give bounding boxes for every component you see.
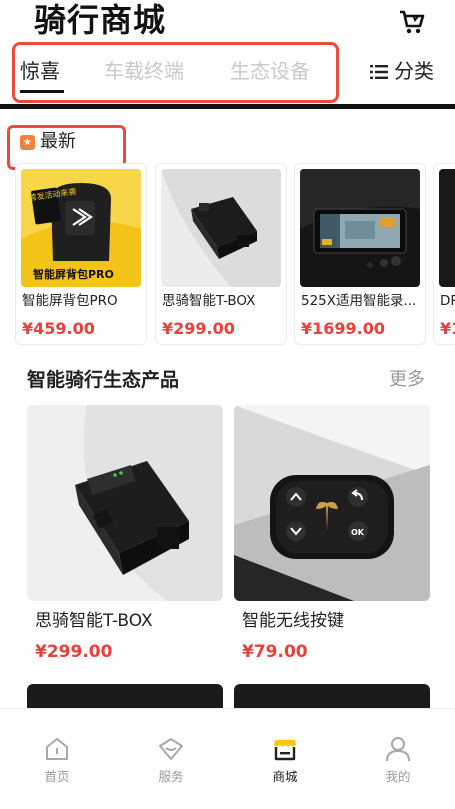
nav-label: 服务: [158, 769, 184, 784]
product-image: 首发活动来袭 智能屏背包PRO: [21, 169, 141, 287]
product-image: [161, 169, 281, 287]
product-price: ¥79.00: [242, 642, 308, 662]
product-image: [439, 169, 455, 287]
product-price: ¥1: [440, 319, 455, 338]
product-name: DR: [440, 293, 455, 309]
header-divider: [0, 104, 455, 109]
tabs-highlight-box: [12, 42, 339, 103]
shop-page: 骑行商城 惊喜 车载终端 生态设备 分类 ★ 最新 首发活动来袭 智能屏背包PR…: [0, 0, 455, 809]
product-price: ¥299.00: [35, 642, 113, 662]
nav-home[interactable]: 首页: [0, 709, 114, 809]
shop-icon: [271, 735, 299, 763]
nav-label: 商城: [272, 769, 298, 784]
category-label: 分类: [394, 59, 434, 83]
product-name: 525X适用智能录...: [301, 293, 417, 309]
product-image: [27, 405, 223, 601]
nav-label: 首页: [44, 769, 70, 784]
product-name: 思骑智能T-BOX: [35, 611, 153, 631]
cart-icon[interactable]: [398, 8, 426, 36]
header: 骑行商城: [0, 0, 455, 40]
section-title: 智能骑行生态产品: [27, 369, 180, 391]
product-card[interactable]: DR ¥1: [433, 163, 455, 345]
more-link[interactable]: 更多: [389, 368, 425, 392]
menu-list-icon: [370, 59, 388, 79]
nav-label: 我的: [385, 769, 411, 784]
image-caption-product: 智能屏背包PRO: [33, 267, 114, 281]
product-card[interactable]: 首发活动来袭 智能屏背包PRO 智能屏背包PRO ¥459.00: [15, 163, 147, 345]
product-price: ¥459.00: [22, 319, 95, 338]
bottom-nav: 首页 服务 商城 我的: [0, 708, 455, 809]
service-icon: [157, 735, 185, 763]
product-card[interactable]: 思骑智能T-BOX ¥299.00: [155, 163, 287, 345]
home-icon: [43, 735, 71, 763]
nav-service[interactable]: 服务: [114, 709, 228, 809]
svg-text:OK: OK: [351, 528, 365, 537]
product-name: 智能屏背包PRO: [22, 293, 118, 309]
product-price: ¥299.00: [162, 319, 235, 338]
page-title: 骑行商城: [34, 1, 167, 39]
product-card[interactable]: 525X适用智能录... ¥1699.00: [294, 163, 426, 345]
category-button[interactable]: 分类: [370, 58, 434, 84]
nav-shop[interactable]: 商城: [228, 709, 342, 809]
nav-mine[interactable]: 我的: [341, 709, 455, 809]
product-name: 思骑智能T-BOX: [162, 293, 256, 309]
product-image: OK: [234, 405, 430, 601]
product-name: 智能无线按键: [242, 611, 344, 631]
newest-carousel[interactable]: 首发活动来袭 智能屏背包PRO 智能屏背包PRO ¥459.00 思骑智能T-B…: [0, 163, 455, 347]
product-image: [300, 169, 420, 287]
product-price: ¥1699.00: [301, 319, 386, 338]
user-icon: [384, 735, 412, 763]
